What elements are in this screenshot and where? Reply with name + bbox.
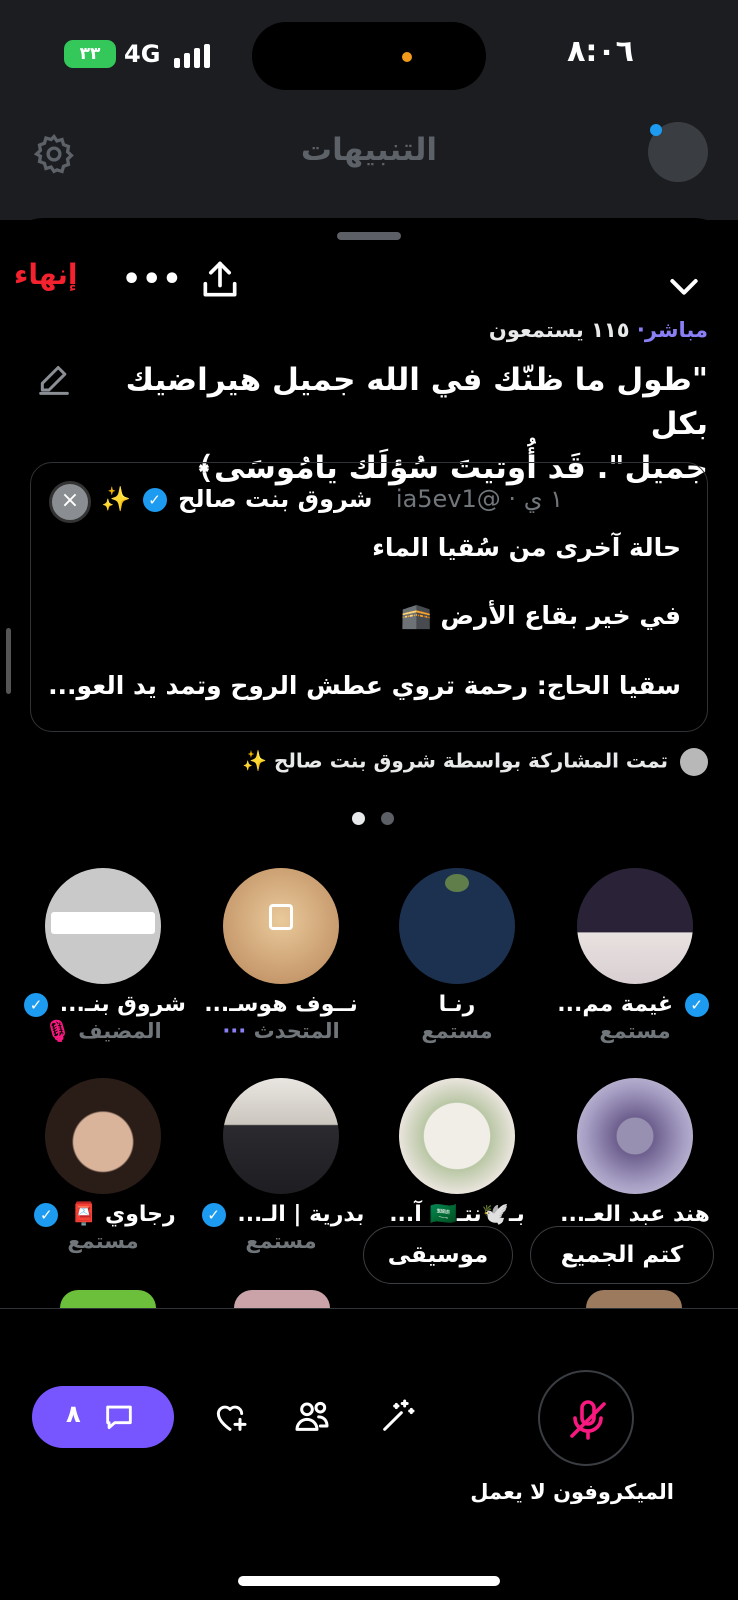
bottom-bar — [0, 1310, 738, 1600]
page-title: التنبيهات — [300, 132, 438, 168]
sparkle-icon: ✨ — [101, 485, 131, 513]
tweet-time: ١ ي — [523, 485, 563, 513]
speaker-avatar-partial — [586, 1290, 682, 1308]
speaker-name: شروق بنـ... ✓ — [18, 992, 188, 1017]
share-icon[interactable] — [198, 258, 242, 302]
divider — [0, 1308, 738, 1309]
speaker-name: بـ🕊️نتـ🇸🇦 آ... — [389, 1202, 525, 1227]
space-title-line-1: "طول ما ظنّك في الله جميل هيراضيك بكل — [125, 362, 708, 442]
signal-icon — [174, 44, 214, 68]
microphone-button[interactable] — [538, 1370, 634, 1466]
speaker-tile[interactable]: شروق بنـ... ✓ المضيف 🎙 — [18, 868, 188, 1044]
listener-count: ١١٥ يستمعون — [488, 318, 630, 342]
dynamic-island — [252, 22, 486, 90]
chat-button[interactable]: ٨ — [32, 1386, 174, 1448]
live-status: مباشر· ١١٥ يستمعون — [488, 318, 708, 342]
speaker-avatar-partial — [60, 1290, 156, 1308]
scroll-indicator[interactable] — [6, 628, 11, 694]
more-icon[interactable]: ••• — [122, 262, 182, 298]
speaker-tile[interactable]: بدرية | الـ... ✓ مستمع — [196, 1078, 366, 1253]
mute-all-button[interactable]: كتم الجميع — [530, 1226, 714, 1284]
mic-off-icon — [570, 1400, 606, 1440]
speaker-tile[interactable]: رنـا مستمع — [372, 868, 542, 1043]
speaking-dots-icon: ··· — [222, 1019, 247, 1043]
speaker-tile[interactable]: بـ🕊️نتـ🇸🇦 آ... — [372, 1078, 542, 1227]
status-bar: ٣٣ 4G ٨:٠٦ — [0, 0, 738, 110]
sheet-grabber[interactable] — [337, 232, 401, 240]
verified-badge-icon: ✓ — [24, 993, 49, 1017]
speaker-tile[interactable]: ✓ غيمة مم... مستمع — [550, 868, 720, 1043]
heart-plus-icon[interactable] — [210, 1396, 250, 1436]
speaker-avatar — [399, 1078, 515, 1194]
speaker-avatar — [399, 868, 515, 984]
tweet-header: ١ ي · @ia5ev1 — [395, 485, 563, 513]
speaker-tile[interactable]: رجاوي 📮 ✓ مستمع — [18, 1078, 188, 1253]
speaker-avatar — [577, 1078, 693, 1194]
speaker-name: ✓ غيمة مم... — [550, 992, 720, 1017]
verified-badge-icon: ✓ — [142, 488, 167, 512]
clock: ٨:٠٦ — [567, 34, 634, 69]
speaker-avatar — [577, 868, 693, 984]
tweet-author: شروق بنت صالح — [178, 485, 373, 513]
chat-bubble-icon — [106, 1405, 132, 1430]
music-button[interactable]: موسيقى — [363, 1226, 513, 1284]
sharer-avatar — [680, 748, 708, 776]
speaker-tile[interactable]: هند عبد العـ... — [550, 1078, 720, 1227]
shared-by-text: تمت المشاركة بواسطة شروق بنت صالح ✨ — [242, 748, 668, 773]
battery-indicator: ٣٣ — [64, 40, 116, 68]
pinned-tweet-card[interactable]: ١ ي · @ia5ev1 شروق بنت صالح ✓ ✨ حالة آخر… — [30, 462, 708, 732]
battery-level: ٣٣ — [79, 44, 101, 64]
verified-badge-icon: ✓ — [34, 1203, 59, 1227]
live-label: مباشر — [644, 318, 708, 342]
speaker-role: مستمع — [421, 1019, 493, 1043]
speaker-avatar-partial — [234, 1290, 330, 1308]
verified-badge-icon: ✓ — [201, 1203, 226, 1227]
speaker-role: مستمع — [245, 1229, 317, 1253]
speaker-avatar — [223, 868, 339, 984]
shared-by-row: تمت المشاركة بواسطة شروق بنت صالح ✨ — [242, 748, 708, 776]
profile-avatar[interactable] — [648, 122, 708, 182]
speaker-role: مستمع — [67, 1229, 139, 1253]
speaker-name: رجاوي 📮 ✓ — [18, 1202, 188, 1227]
remove-tweet-icon[interactable] — [49, 481, 91, 523]
verified-badge-icon: ✓ — [684, 993, 709, 1017]
speaker-name: بدرية | الـ... ✓ — [196, 1202, 366, 1227]
network-type: 4G — [124, 40, 161, 68]
speaker-role: المضيف 🎙 — [44, 1019, 162, 1043]
end-space-button[interactable]: إنهاء — [14, 258, 77, 291]
speaker-avatar — [45, 868, 161, 984]
speaker-name: رنـا — [438, 992, 476, 1017]
speaker-name: هند عبد العـ... — [560, 1202, 710, 1227]
speaker-avatar — [223, 1078, 339, 1194]
chat-count: ٨ — [66, 1400, 81, 1428]
home-indicator[interactable] — [238, 1576, 500, 1586]
chevron-down-icon[interactable] — [664, 266, 704, 306]
edit-icon[interactable] — [34, 360, 74, 400]
pager-dot-active[interactable] — [352, 812, 365, 825]
notifications-header: التنبيهات — [0, 110, 738, 220]
speaker-name: نــوف هوسـ... — [204, 992, 358, 1017]
tweet-line-3: سقيا الحاج: رحمة تروي عطش الروح وتمد يد … — [48, 671, 681, 700]
tweet-handle: @ia5ev1 — [395, 485, 501, 513]
mic-status-label: الميكروفون لا يعمل — [470, 1480, 674, 1504]
tweet-line-2: في خير بقاع الأرض 🕋 — [400, 601, 681, 630]
speaker-avatar — [45, 1078, 161, 1194]
tweet-author-block: شروق بنت صالح ✓ ✨ — [101, 485, 373, 513]
speaker-role: المتحدث ··· — [222, 1019, 340, 1043]
people-icon[interactable] — [292, 1396, 332, 1436]
mic-muted-icon: 🎙 — [44, 1019, 71, 1043]
pager-dot[interactable] — [381, 812, 394, 825]
carousel-pager — [344, 810, 402, 829]
speaker-tile[interactable]: نــوف هوسـ... المتحدث ··· — [196, 868, 366, 1043]
tweet-line-1: حالة آخرى من سُقيا الماء — [372, 533, 681, 562]
speaker-role: مستمع — [599, 1019, 671, 1043]
magic-wand-icon[interactable] — [378, 1396, 418, 1436]
